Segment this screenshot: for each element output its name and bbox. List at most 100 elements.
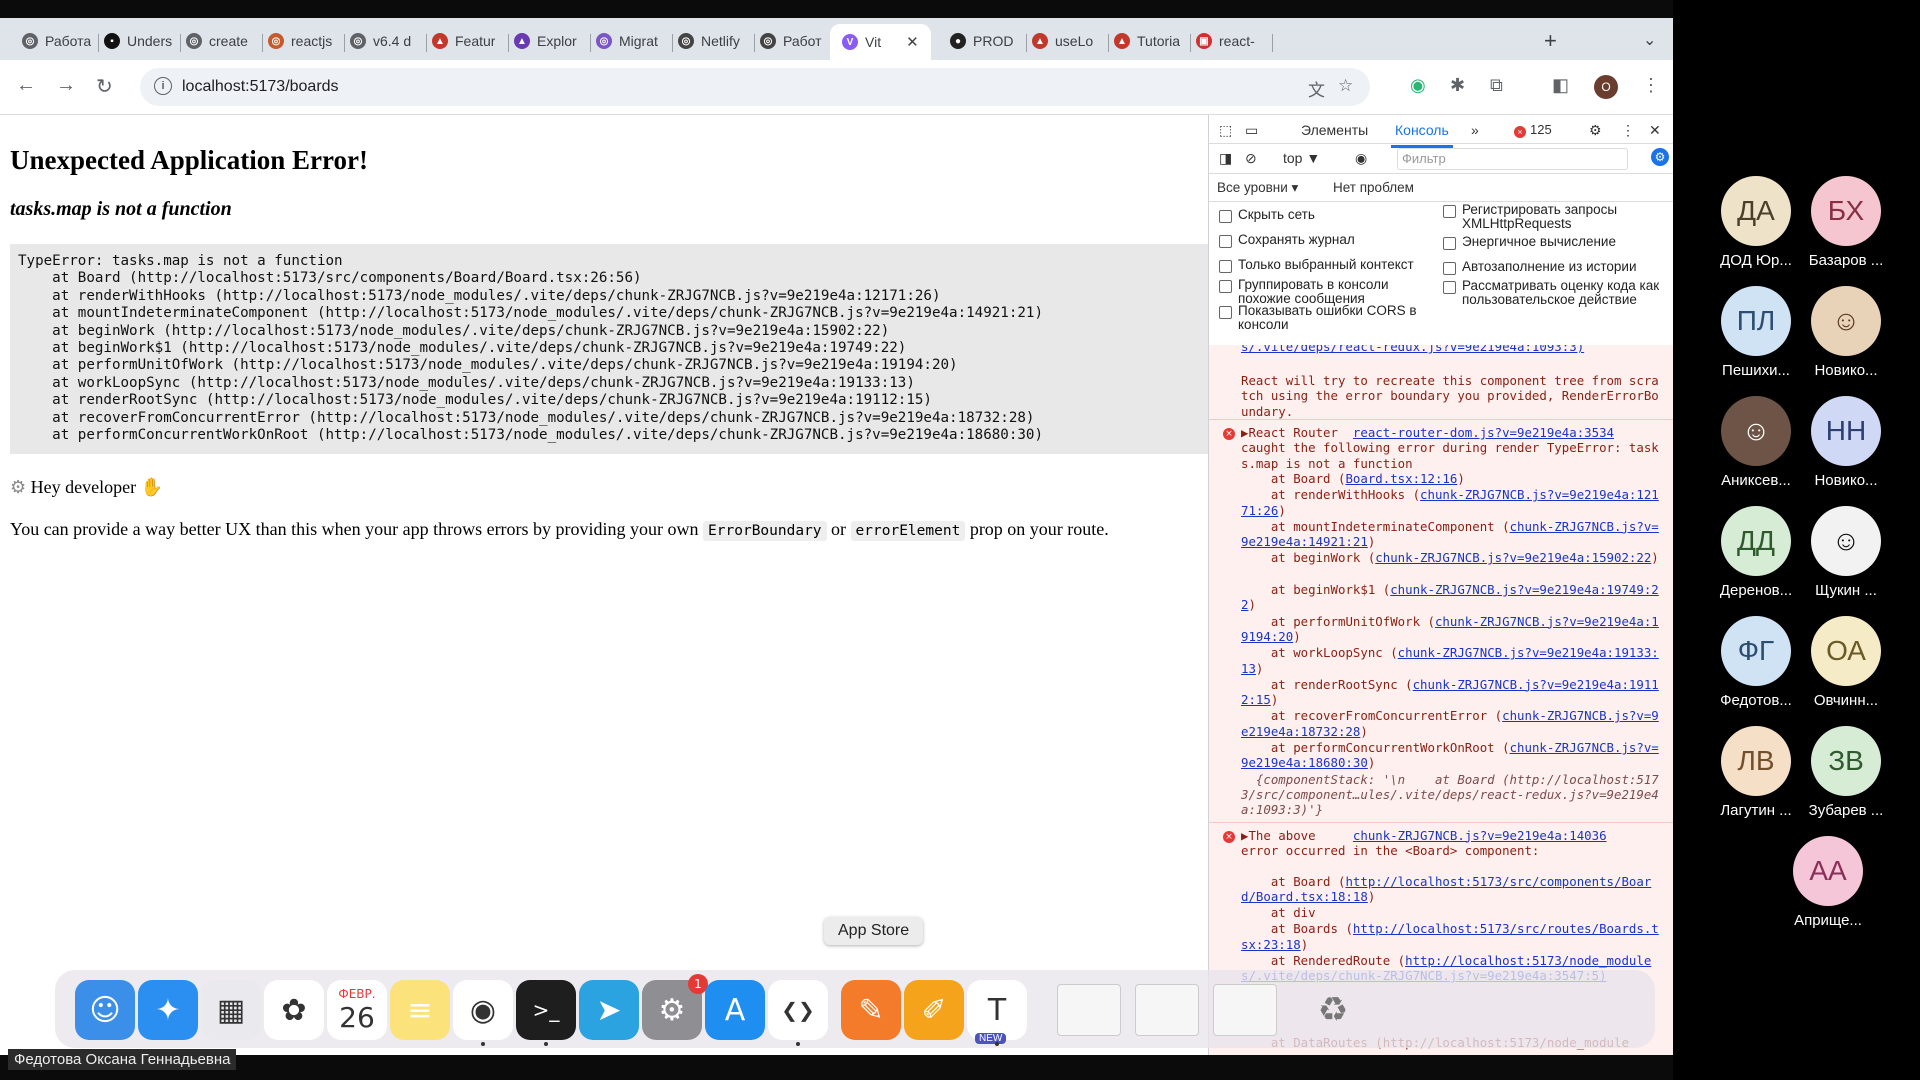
participant-avatar[interactable]: ДД [1721, 506, 1791, 576]
more-tabs-icon[interactable]: » [1471, 122, 1479, 138]
profile-avatar[interactable]: O [1594, 75, 1618, 99]
dock-launchpad-icon[interactable]: ▦ [201, 980, 261, 1040]
back-arrow-icon[interactable]: ← [16, 74, 36, 97]
console-option-0[interactable]: Скрыть сеть [1219, 208, 1433, 223]
participant-avatar[interactable]: ЗВ [1811, 726, 1881, 796]
devtools-close-icon[interactable]: ✕ [1649, 122, 1661, 139]
dock-recent-window[interactable] [1213, 984, 1277, 1036]
dock-pages-icon[interactable]: ✎ [841, 980, 901, 1040]
tab-2[interactable]: ◎ create [186, 27, 248, 55]
devtools-menu-icon[interactable]: ⋮ [1621, 122, 1635, 139]
tab-close-icon[interactable]: ✕ [906, 33, 919, 51]
dock-telegram-icon[interactable]: ➤ [579, 980, 639, 1040]
dock-notes-icon[interactable]: ≡ [390, 980, 450, 1040]
forward-arrow-icon[interactable]: → [56, 74, 76, 97]
console-settings-icon[interactable]: ⚙ [1651, 148, 1669, 166]
inspect-element-icon[interactable]: ⬚ [1219, 122, 1232, 139]
console-output[interactable]: s/.vite/deps/react-redux.js?v=9e219e4a:1… [1209, 345, 1673, 1055]
tab-1[interactable]: ▪ Unders [104, 27, 172, 55]
console-source-link[interactable]: chunk-ZRJG7NCB.js?v=9e219e4a:15902:22 [1375, 550, 1651, 565]
live-expression-eye-icon[interactable]: ◉ [1355, 150, 1367, 167]
console-option-2[interactable]: Только выбранный контекст [1219, 258, 1433, 273]
checkbox[interactable] [1443, 281, 1456, 294]
address-bar[interactable]: i localhost:5173/boards 文 ☆ [140, 68, 1370, 106]
dock-system-settings-icon[interactable]: ⚙ 1 [642, 974, 708, 1040]
console-option-6[interactable]: Энергичное вычисление [1443, 235, 1665, 250]
console-option-3[interactable]: Группировать в консоли похожие сообщения [1219, 278, 1433, 306]
tab-9[interactable]: ◎ Работ [760, 27, 822, 55]
extension-bug-icon[interactable]: ✱ [1450, 75, 1465, 96]
sidebar-toggle-icon[interactable]: ◨ [1219, 150, 1232, 167]
tab-elements[interactable]: Элементы [1301, 122, 1368, 138]
tab-14[interactable]: ▣ react- [1196, 27, 1255, 55]
console-option-5[interactable]: Регистрировать запросы XMLHttpRequests [1443, 203, 1665, 231]
extensions-puzzle-icon[interactable]: ⧉ [1490, 75, 1503, 96]
checkbox[interactable] [1219, 260, 1232, 273]
browser-menu-icon[interactable]: ⋮ [1642, 75, 1660, 96]
console-option-7[interactable]: Автозаполнение из истории [1443, 260, 1665, 275]
participant-avatar[interactable]: ☺ [1811, 286, 1881, 356]
console-source-link[interactable]: react-router-dom.js?v=9e219e4a:3534 [1353, 425, 1614, 440]
reload-icon[interactable]: ↻ [96, 74, 113, 99]
dock-safari-icon[interactable]: ✦ [138, 980, 198, 1040]
console-option-8[interactable]: Рассматривать оценку кода как пользовате… [1443, 279, 1665, 307]
console-source-link[interactable]: chunk-ZRJG7NCB.js?v=9e219e4a:14036 [1353, 828, 1607, 843]
dock-recent-window[interactable] [1135, 984, 1199, 1036]
participant-avatar[interactable]: ☺ [1811, 506, 1881, 576]
participant-avatar[interactable]: АА [1793, 836, 1863, 906]
context-select[interactable]: top ▼ [1283, 150, 1320, 166]
tab-12[interactable]: ▲ useLo [1032, 27, 1093, 55]
site-info-icon[interactable]: i [154, 77, 172, 95]
bookmark-star-icon[interactable]: ☆ [1338, 76, 1353, 96]
tab-11[interactable]: ● PROD [950, 27, 1013, 55]
participant-avatar[interactable]: ОА [1811, 616, 1881, 686]
dock-app-store-icon[interactable]: A [705, 980, 765, 1040]
tab-8[interactable]: ◎ Netlify [678, 27, 740, 55]
no-issues-label[interactable]: Нет проблем [1333, 180, 1414, 195]
checkbox[interactable] [1443, 205, 1456, 218]
console-option-4[interactable]: Показывать ошибки CORS в консоли [1219, 304, 1433, 332]
new-tab-plus-icon[interactable]: + [1544, 28, 1557, 54]
participant-avatar[interactable]: БХ [1811, 176, 1881, 246]
settings-gear-icon[interactable]: ⚙ [1589, 122, 1602, 139]
tab-7[interactable]: ◎ Migrat [596, 27, 658, 55]
clear-console-icon[interactable]: ⊘ [1245, 150, 1257, 167]
translate-icon[interactable]: 文 [1308, 76, 1325, 101]
dock-recent-window[interactable] [1057, 984, 1121, 1036]
participant-avatar[interactable]: НН [1811, 396, 1881, 466]
console-filter-input[interactable]: Фильтр [1397, 148, 1628, 170]
checkbox[interactable] [1219, 210, 1232, 223]
dock-chrome-icon[interactable]: ◉ [453, 980, 513, 1040]
dock-photos-icon[interactable]: ✿ [264, 980, 324, 1040]
tab-5[interactable]: ▲ Featur [432, 27, 495, 55]
dock-pencil-icon[interactable]: ✐ [904, 980, 964, 1040]
tab-console[interactable]: Консоль [1391, 122, 1453, 148]
checkbox[interactable] [1219, 306, 1232, 319]
tab-10[interactable]: V Vit ✕ [830, 24, 931, 60]
side-panel-icon[interactable]: ◧ [1552, 75, 1569, 96]
checkbox[interactable] [1219, 280, 1232, 293]
console-link[interactable]: s/.vite/deps/react-redux.js?v=9e219e4a:1… [1241, 345, 1584, 354]
extension-green-icon[interactable]: ◉ [1410, 75, 1426, 96]
tab-3[interactable]: ◎ reactjs [268, 27, 332, 55]
log-levels-dropdown[interactable]: Все уровни ▾ [1217, 180, 1298, 196]
tab-search-chevron-icon[interactable]: ⌄ [1643, 30, 1656, 50]
participant-avatar[interactable]: ДА [1721, 176, 1791, 246]
error-count-badge[interactable]: × 125 [1514, 122, 1552, 138]
participant-avatar[interactable]: ЛВ [1721, 726, 1791, 796]
participant-avatar[interactable]: ФГ [1721, 616, 1791, 686]
dock-trash-icon[interactable]: ♻ [1305, 982, 1361, 1038]
dock-teams-icon[interactable]: T NEW [967, 980, 1027, 1044]
checkbox[interactable] [1443, 237, 1456, 250]
dock-terminal-icon[interactable]: >_ [516, 980, 576, 1040]
tab-4[interactable]: ◎ v6.4 d [350, 27, 411, 55]
participant-avatar[interactable]: ☺ [1721, 396, 1791, 466]
participant-avatar[interactable]: ПЛ [1721, 286, 1791, 356]
checkbox[interactable] [1443, 262, 1456, 275]
url-text[interactable]: localhost:5173/boards [182, 78, 339, 96]
dock-vscode-icon[interactable]: ❮❯ [768, 980, 828, 1040]
tab-6[interactable]: ▲ Explor [514, 27, 577, 55]
tab-0[interactable]: ◎ Работа [22, 27, 91, 55]
tab-13[interactable]: ▲ Tutoria [1114, 27, 1180, 55]
dock-finder-icon[interactable]: ☺ [75, 980, 135, 1040]
